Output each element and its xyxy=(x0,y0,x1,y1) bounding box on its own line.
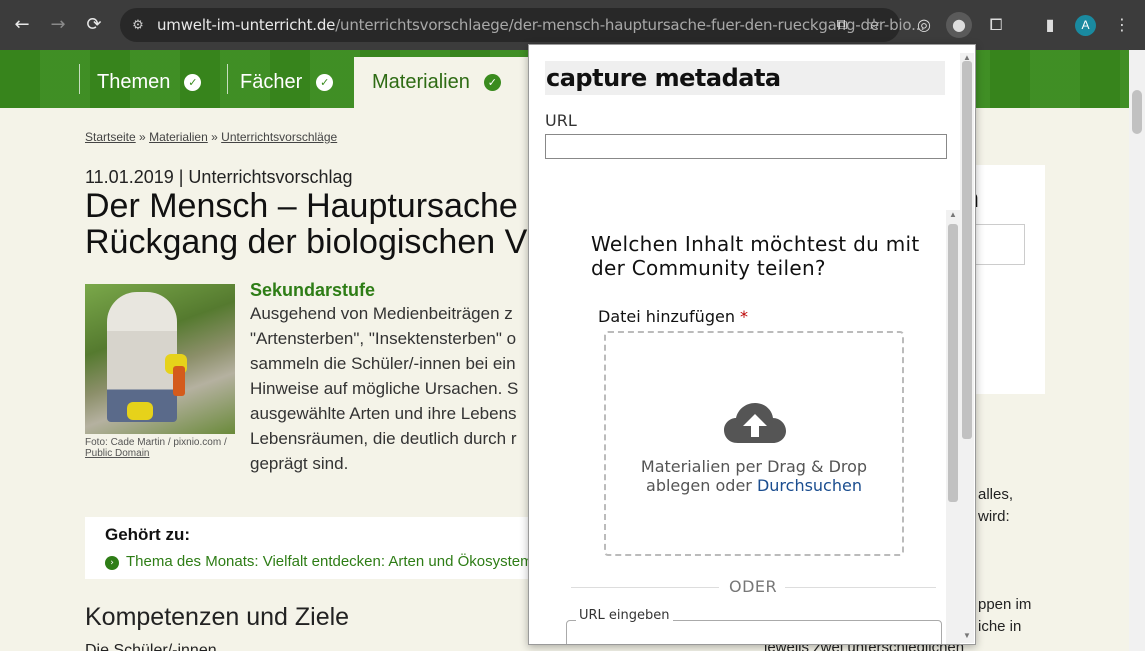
file-label: Datei hinzufügen * xyxy=(598,307,749,326)
chevron-down-icon: ✓ xyxy=(184,74,202,91)
nav-themen[interactable]: Themen ✓ xyxy=(97,57,202,108)
form-scrollbar[interactable]: ▲ xyxy=(946,210,960,644)
photo-caption: Foto: Cade Martin / pixnio.com / Public … xyxy=(85,437,227,459)
puzzle-icon[interactable]: ⧠ xyxy=(983,12,1009,38)
chevron-down-icon: ✓ xyxy=(483,74,501,91)
sidebar-text: alles, xyxy=(978,486,1014,503)
belongs-link[interactable]: › Thema des Monats: Vielfalt entdecken: A… xyxy=(105,553,533,570)
breadcrumb-unterrichtsvorschlaege[interactable]: Unterrichtsvorschläge xyxy=(221,130,337,144)
sidepanel-icon[interactable]: ▮ xyxy=(1037,12,1063,38)
cloud-upload-icon xyxy=(724,403,786,443)
page-title: Der Mensch – Hauptursache Rückgang der b… xyxy=(85,188,528,260)
site-info-icon[interactable]: ⚙ xyxy=(130,17,146,33)
date-line: 11.01.2019 | Unterrichtsvorschlag xyxy=(85,167,353,187)
url-label: URL xyxy=(545,111,577,130)
nav-faecher[interactable]: Fächer ✓ xyxy=(240,57,334,108)
back-icon[interactable]: ← xyxy=(9,12,35,38)
capture-metadata-popup: capture metadata URL Welchen Inhalt möch… xyxy=(528,44,976,645)
url-input[interactable] xyxy=(566,620,942,644)
address-bar[interactable]: ⚙ umwelt-im-unterricht.de/unterrichtsvor… xyxy=(120,8,925,42)
url-input-label: URL eingeben xyxy=(576,608,673,623)
page-scrollbar[interactable] xyxy=(1129,50,1145,651)
share-form: Welchen Inhalt möchtest du mit der Commu… xyxy=(549,210,973,644)
translate-icon[interactable]: ⧉ xyxy=(832,15,852,35)
sidebar-text: ppen im xyxy=(978,596,1032,613)
browser-toolbar: ← → ⟳ ⚙ umwelt-im-unterricht.de/unterric… xyxy=(0,0,1145,50)
share-heading: Welchen Inhalt möchtest du mit der Commu… xyxy=(591,232,920,280)
caption-license-link[interactable]: Public Domain xyxy=(85,448,149,459)
url-text[interactable]: umwelt-im-unterricht.de/unterrichtsvorsc… xyxy=(157,16,925,34)
browse-link[interactable]: Durchsuchen xyxy=(757,476,862,495)
menu-icon[interactable]: ⋮ xyxy=(1109,12,1135,38)
reload-icon[interactable]: ⟳ xyxy=(81,12,107,38)
sidebar-text: iche in xyxy=(978,618,1022,635)
or-divider: ODER xyxy=(571,577,936,597)
popup-title: capture metadata xyxy=(545,61,945,95)
scroll-down-icon[interactable]: ▼ xyxy=(960,631,974,640)
extension-icon[interactable]: ◎ xyxy=(911,12,937,38)
arrow-right-icon: › xyxy=(105,556,119,570)
file-dropzone[interactable]: Materialien per Drag & Drop ablegen oder… xyxy=(604,331,904,556)
breadcrumb-materialien[interactable]: Materialien xyxy=(149,130,208,144)
school-level: Sekundarstufe xyxy=(250,280,376,300)
star-icon[interactable]: ☆ xyxy=(864,15,884,35)
nav-materialien[interactable]: Materialien ✓ xyxy=(354,57,528,108)
breadcrumb-startseite[interactable]: Startseite xyxy=(85,130,136,144)
section-text: Die Schüler/-innen xyxy=(85,642,217,651)
belongs-title: Gehört zu: xyxy=(105,525,190,544)
url-field[interactable] xyxy=(545,134,947,159)
article-photo xyxy=(85,284,235,434)
article-intro: Ausgehend von Medienbeiträgen z "Artenst… xyxy=(250,304,519,473)
chevron-down-icon: ✓ xyxy=(316,74,334,91)
popup-scrollbar[interactable]: ▲ ▼ xyxy=(960,53,974,643)
belongs-to-box: Gehört zu: › Thema des Monats: Vielfalt e… xyxy=(85,517,545,579)
sidebar-text: wird: xyxy=(978,508,1010,525)
drop-text: Materialien per Drag & Drop ablegen oder… xyxy=(640,457,868,495)
breadcrumb: Startseite » Materialien » Unterrichtsvo… xyxy=(85,130,338,144)
forward-icon[interactable]: → xyxy=(45,12,71,38)
capture-extension-icon[interactable]: ● xyxy=(946,12,972,38)
scroll-up-icon[interactable]: ▲ xyxy=(946,210,960,219)
section-heading: Kompetenzen und Ziele xyxy=(85,603,350,631)
profile-avatar[interactable]: A xyxy=(1075,15,1096,36)
